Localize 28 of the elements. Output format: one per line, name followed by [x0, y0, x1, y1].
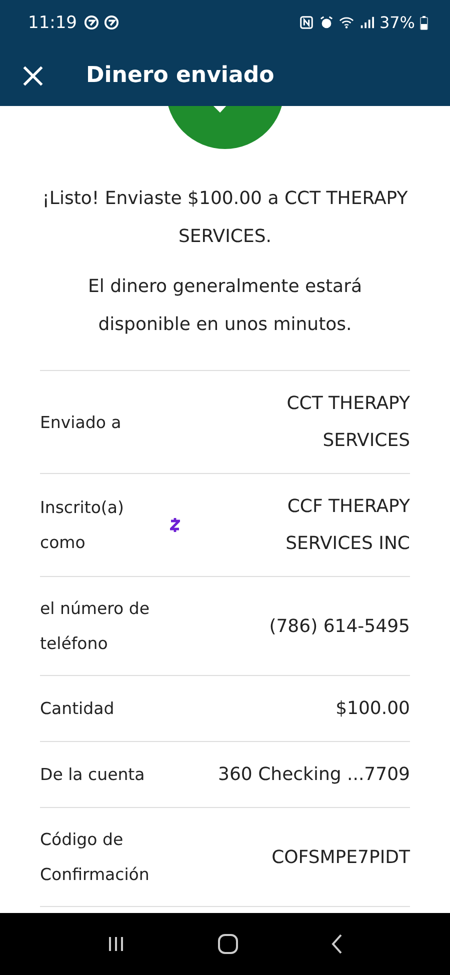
- app-notification-icon: [84, 15, 99, 30]
- app-notification-icon: [104, 15, 119, 30]
- screen-title: Dinero enviado: [86, 63, 274, 88]
- detail-label: Cantidad: [40, 698, 114, 720]
- detail-label: el número de teléfono: [40, 598, 151, 655]
- alarm-icon: [319, 15, 334, 30]
- battery-icon: [420, 16, 428, 30]
- detail-label: Inscrito(a) como: [40, 497, 125, 554]
- detail-value: $100.00: [336, 697, 410, 721]
- detail-value: CCF THERAPY SERVICES INC: [284, 495, 410, 556]
- close-icon: [22, 64, 44, 86]
- home-icon[interactable]: [216, 933, 239, 955]
- detail-label: De la cuenta: [40, 764, 145, 786]
- back-icon[interactable]: [330, 933, 344, 955]
- detail-label: Código de Confirmación: [40, 829, 150, 886]
- detail-value: (786) 614-5495: [269, 614, 410, 638]
- detail-label: Enviado a: [40, 412, 122, 434]
- detail-value: CCT THERAPY SERVICES: [286, 392, 410, 453]
- detail-value: COFSMPE7PIDT: [272, 846, 410, 870]
- status-time: 11:19: [28, 12, 77, 32]
- signal-icon: [359, 15, 374, 30]
- success-message: ¡Listo! Enviaste $100.00 a CCT THERAPY SERVICES.: [41, 187, 409, 249]
- detail-value: 360 Checking ...7709: [218, 763, 410, 787]
- wifi-icon: [339, 15, 354, 30]
- zelle-icon: [170, 517, 180, 533]
- availability-note: El dinero generalmente estará disponible en unos minutos.: [87, 275, 363, 337]
- nfc-icon: [299, 15, 314, 30]
- battery-percentage: 37%: [379, 13, 415, 32]
